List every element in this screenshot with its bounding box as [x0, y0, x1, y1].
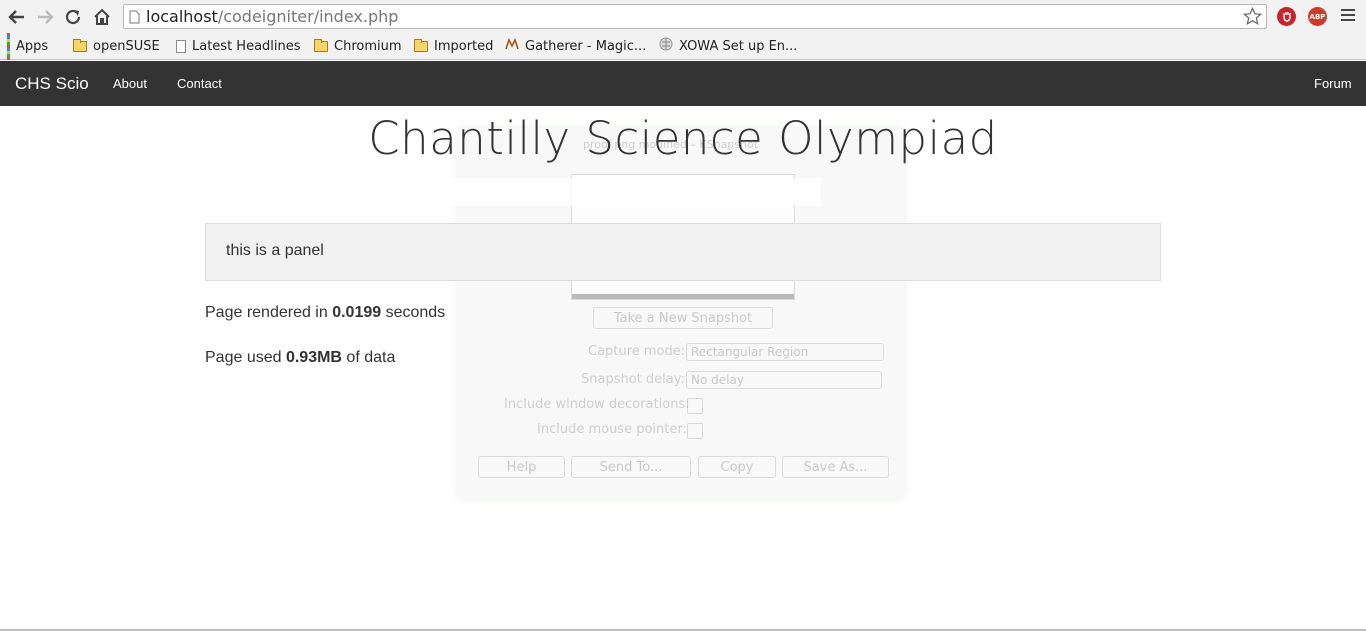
ghost-copy-button: Copy [698, 456, 776, 478]
address-bar[interactable]: localhost/codeigniter/index.php [123, 4, 1267, 29]
nav-link-forum[interactable]: Forum [1314, 76, 1352, 91]
bookmark-label: Gatherer - Magic... [525, 38, 647, 54]
memory-usage-suffix: of data [341, 349, 396, 366]
home-icon[interactable] [91, 6, 113, 28]
folder-icon [73, 38, 87, 52]
hamburger-menu-icon[interactable] [1341, 9, 1355, 24]
ghost-help-button: Help [478, 456, 565, 478]
memory-usage-text: Page used 0.93MB of data [205, 349, 395, 367]
memory-usage-value: 0.93MB [285, 349, 342, 366]
ghost-send-to-button: Send To... [571, 456, 691, 478]
render-time-value: 0.0199 [332, 304, 382, 321]
page-title: Chantilly Science Olympiad [368, 112, 998, 165]
bookmark-label: Imported [434, 38, 494, 54]
bookmark-label: Chromium [334, 38, 402, 54]
page-icon [129, 9, 140, 28]
ghost-pointer-checkbox [687, 423, 703, 439]
ghost-save-as-button: Save As... [782, 456, 889, 478]
reload-icon[interactable] [62, 6, 84, 28]
bookmark-label: openSUSE [93, 38, 160, 54]
bookmark-label: XOWA Set up En... [679, 38, 798, 54]
site-navbar: CHS Scio About Contact Forum [0, 61, 1366, 106]
ghost-capture-mode-label: Capture mode: [588, 344, 686, 359]
browser-toolbar: localhost/codeigniter/index.php ABP [0, 0, 1366, 33]
bookmark-label: Latest Headlines [192, 38, 301, 54]
memory-usage-prefix: Page used [205, 349, 286, 366]
bookmark-apps[interactable]: Apps [7, 32, 49, 60]
panel-text: this is a panel [226, 242, 324, 259]
ghost-delay-label: Snapshot delay: [581, 372, 685, 387]
ghost-decorations-label: Include window decorations: [504, 397, 690, 412]
nav-link-contact[interactable]: Contact [177, 76, 222, 91]
ghost-pointer-label: Include mouse pointer: [537, 422, 687, 437]
folder-icon [414, 38, 428, 52]
bookmark-latest-headlines[interactable]: Latest Headlines [176, 37, 301, 55]
page-icon [176, 39, 186, 53]
bookmark-xowa[interactable]: XOWA Set up En... [659, 37, 797, 55]
folder-icon [314, 38, 328, 52]
ghost-decorations-checkbox [687, 398, 703, 414]
bookmark-label: Apps [16, 38, 49, 54]
forward-arrow-icon[interactable] [34, 6, 56, 28]
ghost-white-bar [448, 178, 821, 206]
apps-grid-icon [7, 32, 10, 60]
content-panel: this is a panel [205, 223, 1161, 281]
nav-link-about[interactable]: About [113, 76, 147, 91]
render-time-prefix: Page rendered in [205, 304, 333, 321]
bookmarks-bar: Apps openSUSE Latest Headlines Chromium … [0, 32, 1366, 60]
render-time-text: Page rendered in 0.0199 seconds [205, 304, 445, 322]
adblock-plus-icon[interactable]: ABP [1308, 7, 1327, 26]
ghost-capture-mode-select: Rectangular Region [686, 343, 884, 361]
bookmark-imported[interactable]: Imported [414, 37, 493, 55]
ghost-delay-spinbox: No delay [686, 371, 882, 389]
ghost-new-snapshot-button: Take a New Snapshot [593, 307, 773, 329]
gatherer-icon [505, 37, 519, 54]
bookmark-chromium[interactable]: Chromium [314, 37, 402, 55]
url-text: localhost/codeigniter/index.php [146, 7, 399, 26]
bookmark-gatherer[interactable]: Gatherer - Magic... [505, 37, 646, 55]
site-brand[interactable]: CHS Scio [15, 74, 89, 94]
render-time-suffix: seconds [381, 304, 446, 321]
bookmark-star-icon[interactable] [1242, 6, 1263, 30]
bookmark-opensuse[interactable]: openSUSE [73, 37, 160, 55]
xowa-icon [659, 37, 673, 55]
stop-extension-icon[interactable] [1277, 7, 1296, 26]
back-arrow-icon[interactable] [6, 6, 28, 28]
